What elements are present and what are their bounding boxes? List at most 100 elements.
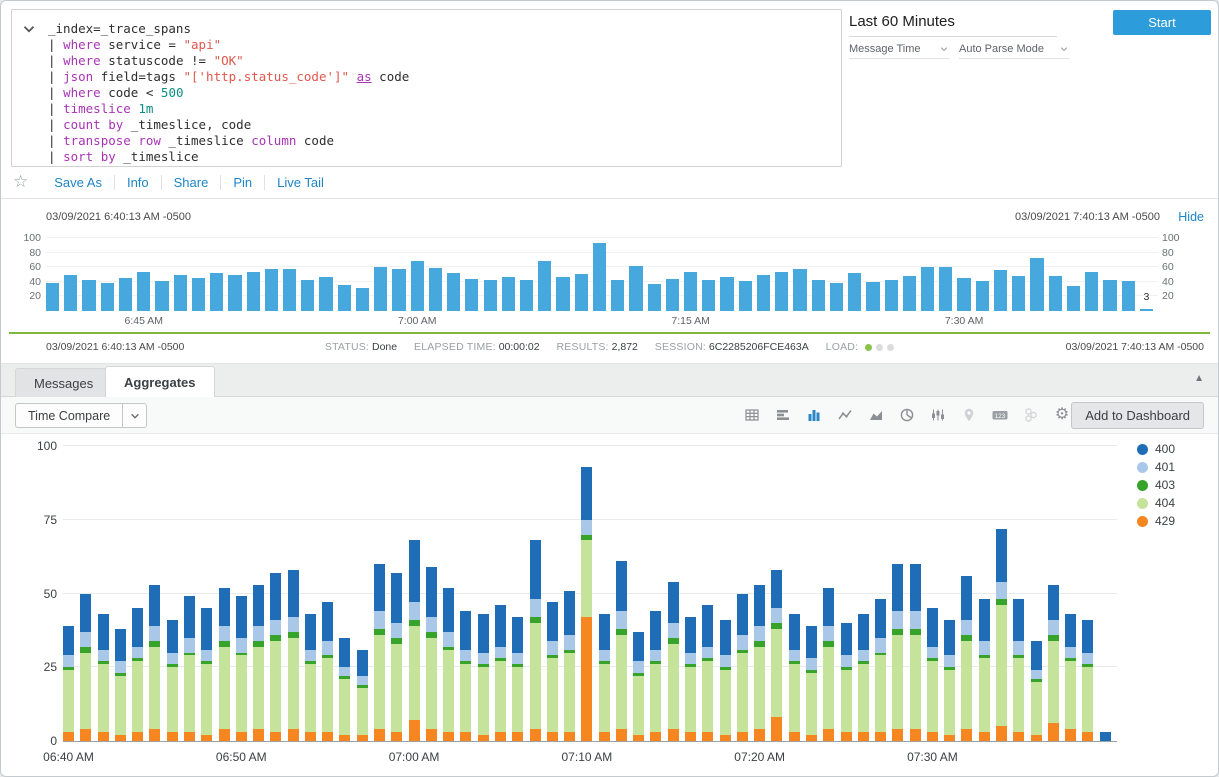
stacked-bar[interactable]: [702, 605, 713, 741]
stacked-bar[interactable]: [80, 594, 91, 741]
stacked-bar[interactable]: [806, 626, 817, 741]
histogram-bar[interactable]: [866, 282, 879, 311]
histogram-bar[interactable]: [82, 280, 95, 311]
line-chart-icon[interactable]: [835, 405, 855, 425]
stacked-bar[interactable]: [149, 585, 160, 741]
histogram-bar[interactable]: [1012, 276, 1025, 311]
histogram-bar[interactable]: [484, 280, 497, 311]
histogram-bar[interactable]: [1049, 276, 1062, 311]
histogram-bar[interactable]: [575, 274, 588, 311]
histogram-bar[interactable]: [174, 275, 187, 311]
stacked-bar[interactable]: [858, 614, 869, 741]
histogram-bar[interactable]: [283, 269, 296, 311]
start-button[interactable]: Start: [1113, 10, 1211, 35]
histogram-bar[interactable]: [812, 280, 825, 311]
stacked-bar[interactable]: [789, 614, 800, 741]
histogram-bar[interactable]: [793, 269, 806, 311]
histogram-bar[interactable]: [885, 280, 898, 311]
histogram-bar[interactable]: [247, 272, 260, 311]
stacked-bar[interactable]: [754, 585, 765, 741]
box-plot-icon[interactable]: [928, 405, 948, 425]
histogram-bar[interactable]: [739, 281, 752, 311]
histogram-bar[interactable]: [903, 276, 916, 311]
histogram-bar[interactable]: [447, 273, 460, 311]
stacked-bar[interactable]: [115, 629, 126, 741]
stacked-bar[interactable]: [184, 596, 195, 741]
histogram-bar[interactable]: [939, 267, 952, 311]
stacked-bar[interactable]: [1013, 599, 1024, 741]
honeycomb-icon[interactable]: [1021, 405, 1041, 425]
stacked-bar[interactable]: [875, 599, 886, 741]
stacked-bar[interactable]: [357, 650, 368, 741]
histogram-bar[interactable]: [465, 279, 478, 311]
histogram-bar[interactable]: [411, 261, 424, 311]
legend-item-429[interactable]: 429: [1137, 514, 1175, 528]
stacked-bar[interactable]: [443, 588, 454, 741]
stacked-bar[interactable]: [132, 608, 143, 741]
share-link[interactable]: Share: [162, 175, 222, 190]
stacked-bar[interactable]: [771, 570, 782, 741]
histogram-bar[interactable]: [392, 269, 405, 311]
stacked-bar[interactable]: [288, 570, 299, 741]
histogram-bar[interactable]: [502, 277, 515, 311]
stacked-bar[interactable]: [841, 623, 852, 741]
histogram-bar[interactable]: [210, 273, 223, 311]
histogram-bar[interactable]: [374, 267, 387, 311]
histogram-bar[interactable]: [757, 275, 770, 312]
single-value-icon[interactable]: 123: [990, 405, 1010, 425]
stacked-bar[interactable]: [720, 620, 731, 741]
pin-link[interactable]: Pin: [221, 175, 265, 190]
stacked-bar[interactable]: [668, 582, 679, 741]
stacked-bar[interactable]: [547, 602, 558, 741]
histogram-bar[interactable]: [64, 275, 77, 312]
histogram-bar[interactable]: [192, 278, 205, 311]
histogram-bar[interactable]: [720, 277, 733, 311]
stacked-bar[interactable]: [253, 585, 264, 741]
histogram-bar[interactable]: [648, 284, 661, 311]
stacked-bar[interactable]: [892, 564, 903, 741]
histogram-bar[interactable]: [101, 283, 114, 311]
area-chart-icon[interactable]: [866, 405, 886, 425]
stacked-bar[interactable]: [98, 614, 109, 741]
stacked-bar[interactable]: [1100, 732, 1111, 741]
stacked-bar[interactable]: [495, 605, 506, 741]
bar-rows-icon[interactable]: [773, 405, 793, 425]
histogram-bar[interactable]: [319, 277, 332, 311]
stacked-bar[interactable]: [685, 617, 696, 741]
stacked-bar[interactable]: [616, 561, 627, 741]
legend-item-404[interactable]: 404: [1137, 496, 1175, 510]
pie-chart-icon[interactable]: [897, 405, 917, 425]
add-to-dashboard-button[interactable]: Add to Dashboard: [1071, 402, 1204, 429]
gear-icon[interactable]: ⚙: [1052, 405, 1072, 425]
stacked-bar[interactable]: [409, 540, 420, 741]
histogram-bar[interactable]: [301, 280, 314, 311]
query-text[interactable]: _index=_trace_spans| where service = "ap…: [48, 21, 409, 165]
stacked-bar[interactable]: [737, 594, 748, 741]
stacked-bar[interactable]: [910, 564, 921, 741]
stacked-bar[interactable]: [650, 611, 661, 741]
histogram-bar[interactable]: [520, 280, 533, 311]
histogram-bar[interactable]: [957, 278, 970, 311]
histogram-bar[interactable]: [1085, 272, 1098, 311]
histogram-bar[interactable]: [356, 288, 369, 311]
stacked-bar[interactable]: [339, 638, 350, 741]
histogram-bar[interactable]: [848, 273, 861, 311]
histogram-bar[interactable]: [629, 266, 642, 311]
stacked-bar[interactable]: [1048, 585, 1059, 741]
stacked-bar[interactable]: [530, 540, 541, 741]
stacked-bar[interactable]: [961, 576, 972, 741]
collapse-panel-icon[interactable]: ▲: [1194, 373, 1204, 384]
stacked-bar[interactable]: [460, 611, 471, 741]
stacked-bar[interactable]: [979, 599, 990, 741]
query-editor[interactable]: _index=_trace_spans| where service = "ap…: [11, 9, 842, 167]
stacked-bar[interactable]: [1031, 641, 1042, 741]
time-compare-button[interactable]: Time Compare: [15, 403, 147, 428]
stacked-bar[interactable]: [1082, 620, 1093, 741]
histogram-bar[interactable]: [921, 267, 934, 311]
histogram-bar[interactable]: [976, 281, 989, 311]
stacked-bar[interactable]: [426, 567, 437, 741]
histogram-bar[interactable]: [1122, 281, 1135, 311]
histogram-bar[interactable]: [119, 278, 132, 311]
time-compare-chevron-icon[interactable]: [123, 403, 147, 428]
histogram-bar[interactable]: [775, 272, 788, 311]
